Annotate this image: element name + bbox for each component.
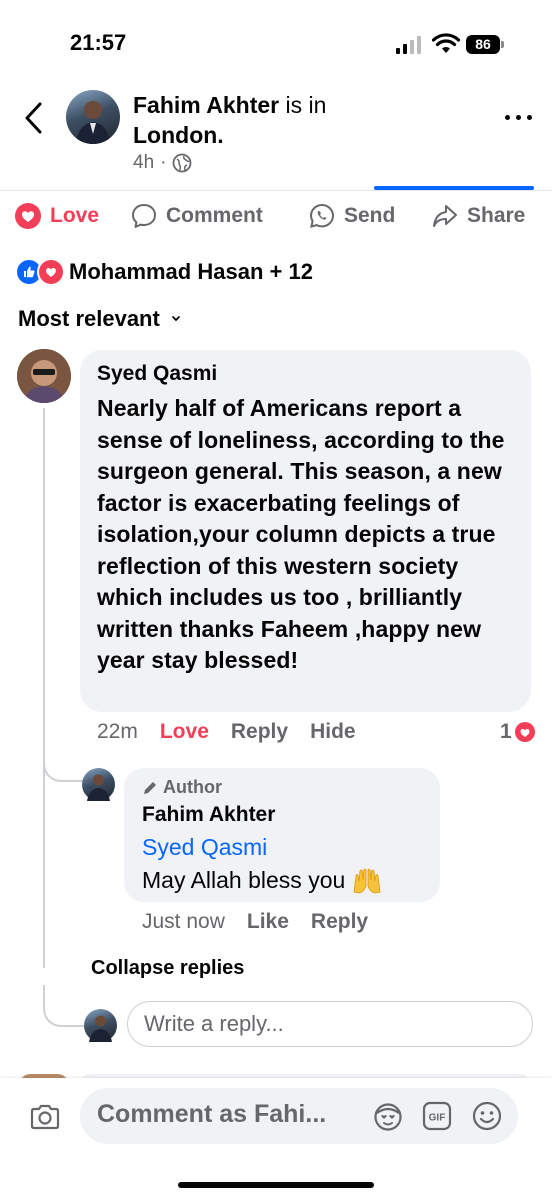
signal-icon	[396, 36, 422, 54]
chevron-left-icon	[25, 102, 42, 134]
reply-actions: Just now Like Reply	[142, 910, 368, 934]
reply-author-avatar[interactable]	[82, 768, 115, 801]
pencil-icon	[144, 781, 156, 794]
comment-reaction-count[interactable]: 1	[500, 720, 536, 744]
location-name[interactable]: London.	[133, 122, 224, 148]
comment-text: Nearly half of Americans report a sense …	[97, 395, 505, 673]
comment-reply-button[interactable]: Reply	[231, 720, 288, 744]
profile-avatar[interactable]	[66, 90, 120, 144]
share-label: Share	[467, 204, 526, 227]
comment-icon	[132, 204, 156, 228]
is-in-text: is in	[285, 92, 327, 118]
more-options-icon[interactable]	[505, 112, 535, 122]
tagged-user[interactable]: Syed Qasmi	[142, 834, 267, 861]
love-reaction-icon	[37, 258, 65, 286]
chevron-down-icon	[171, 316, 180, 322]
post-meta: 4h ·	[133, 152, 192, 174]
write-reply-input[interactable]: Write a reply...	[127, 1001, 533, 1047]
reply-author-name[interactable]: Fahim Akhter	[142, 803, 275, 827]
share-icon	[433, 205, 457, 227]
love-label: Love	[50, 204, 100, 227]
thread-line	[43, 408, 45, 968]
my-avatar	[84, 1009, 117, 1042]
divider	[0, 190, 552, 191]
raising-hands-emoji-icon	[353, 868, 381, 894]
svg-text:GIF: GIF	[429, 1113, 446, 1124]
author-badge-label: Author	[163, 777, 222, 797]
reply-like-button[interactable]: Like	[247, 910, 289, 934]
gif-icon[interactable]: GIF	[422, 1101, 452, 1131]
love-button[interactable]: Love	[14, 202, 99, 230]
reply-time: Just now	[142, 910, 225, 933]
status-time: 21:57	[70, 30, 127, 55]
thread-branch	[43, 985, 85, 1027]
whatsapp-icon	[309, 203, 335, 228]
send-label: Send	[344, 204, 396, 227]
camera-icon[interactable]	[28, 1100, 62, 1134]
post-header-title: Fahim Akhter is in London.	[133, 90, 413, 150]
battery-nub	[501, 41, 504, 48]
comment-hide-button[interactable]: Hide	[310, 720, 356, 744]
comment-label: Comment	[166, 204, 263, 227]
battery-indicator: 86	[466, 35, 500, 54]
sort-label: Most relevant	[18, 306, 160, 331]
home-indicator	[178, 1182, 374, 1188]
comment-time: 22m	[97, 720, 138, 743]
commenter-avatar[interactable]	[17, 349, 71, 403]
author-badge: Author	[142, 777, 222, 798]
meta-dot: ·	[160, 152, 167, 173]
reactions-text: Mohammad Hasan + 12	[69, 259, 313, 284]
collapse-replies-button[interactable]: Collapse replies	[91, 957, 244, 980]
thread-branch	[43, 740, 87, 782]
reactions-summary[interactable]: Mohammad Hasan + 12	[15, 258, 313, 286]
share-button[interactable]: Share	[431, 202, 525, 230]
love-icon	[15, 203, 41, 229]
comment-button[interactable]: Comment	[130, 202, 263, 230]
commenter-name[interactable]: Syed Qasmi	[97, 362, 217, 386]
avatar-sticker-icon[interactable]	[372, 1101, 404, 1133]
back-button[interactable]	[20, 100, 50, 136]
comment-actions: 22m Love Reply Hide	[97, 720, 356, 744]
love-reaction-icon	[514, 722, 535, 742]
send-button[interactable]: Send	[308, 202, 395, 230]
emoji-icon[interactable]	[471, 1100, 503, 1132]
author-name[interactable]: Fahim Akhter	[133, 92, 279, 118]
post-age: 4h	[133, 152, 155, 173]
sort-dropdown[interactable]: Most relevant	[18, 306, 182, 332]
reply-text-row: May Allah bless you	[142, 866, 383, 894]
wifi-icon	[431, 33, 461, 55]
reply-reply-button[interactable]: Reply	[311, 910, 368, 934]
reply-text: May Allah bless you	[142, 866, 346, 893]
comment-placeholder: Comment as Fahi...	[97, 1100, 327, 1128]
reaction-count: 1	[500, 720, 512, 743]
comment-love-button[interactable]: Love	[160, 720, 209, 744]
globe-icon	[173, 153, 192, 173]
